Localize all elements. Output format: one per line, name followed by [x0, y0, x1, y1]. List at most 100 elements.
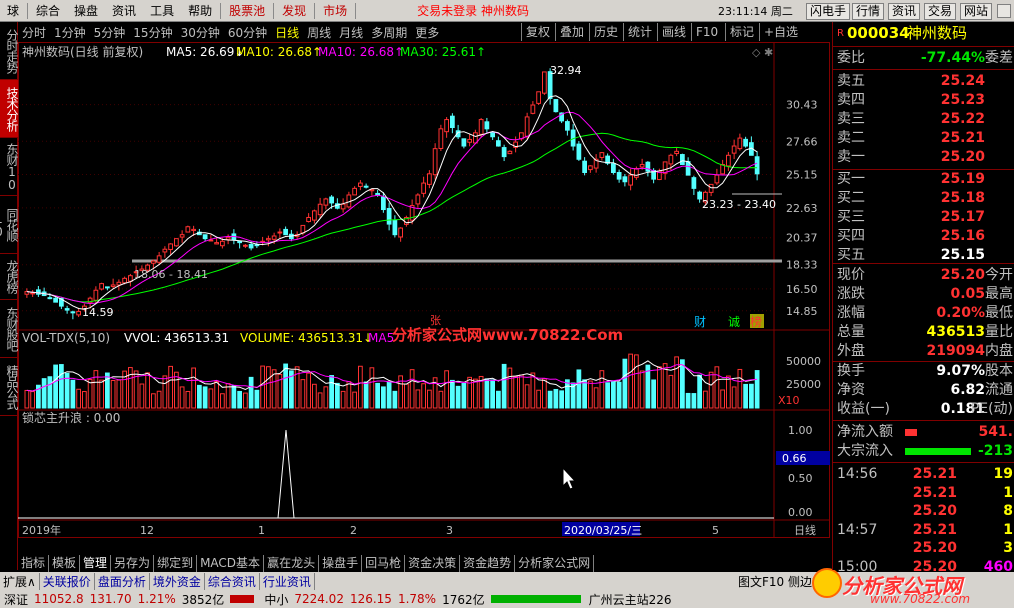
add-watchlist-button[interactable]: +自选 [759, 23, 802, 41]
candle-body [156, 255, 162, 263]
trade-button[interactable]: 交易 [924, 3, 957, 20]
zx-label: 中小 [264, 592, 289, 607]
tab-pullback[interactable]: 回马枪 [362, 555, 406, 572]
tab-technical-analysis[interactable]: 技术分析 [0, 80, 19, 138]
tab-template[interactable]: 模板 [49, 555, 81, 572]
buy-row[interactable]: 买三 25.17 [833, 208, 1014, 227]
tab-premium-formula[interactable]: 精品公式 [0, 358, 19, 416]
buy-row[interactable]: 买四 25.16 [833, 227, 1014, 246]
ext-industry-news[interactable]: 行业资讯 [260, 572, 315, 590]
tab-eastmoney-f10[interactable]: 东财10 [0, 138, 19, 196]
period-5min[interactable]: 5分钟 [90, 24, 130, 41]
stat-value: 6.82 [950, 382, 985, 398]
buy-row[interactable]: 买二 25.18 [833, 189, 1014, 208]
candle-body [300, 224, 306, 234]
period-daily[interactable]: 日线 [271, 24, 303, 41]
tab-eastmoney-forum[interactable]: 东财股吧 [0, 300, 19, 358]
sell-row[interactable]: 卖四 25.23 [833, 91, 1014, 110]
ext-news[interactable]: 综合资讯 [205, 572, 260, 590]
minimize-icon[interactable] [997, 4, 1011, 18]
ext-foreign-funds[interactable]: 境外资金 [150, 572, 205, 590]
volume-bar [99, 379, 104, 409]
tab-macd[interactable]: MACD基本 [197, 555, 265, 572]
f10-button[interactable]: F10 [691, 23, 722, 41]
sell-row[interactable]: 卖三 25.22 [833, 110, 1014, 129]
sell-row[interactable]: 卖五 25.24 [833, 72, 1014, 91]
candle-body [634, 168, 639, 178]
tab-win-leader[interactable]: 赢在龙头 [264, 555, 320, 572]
stats-button[interactable]: 统计 [623, 23, 656, 41]
tab-save-as[interactable]: 另存为 [111, 555, 155, 572]
stat-label-right: 最低 [985, 305, 1013, 321]
menu-item-tools[interactable]: 工具 [143, 0, 181, 22]
integrity-badge[interactable]: 诚 [728, 315, 740, 329]
menu-item-trading[interactable]: 操盘 [67, 0, 105, 22]
website-button[interactable]: 网站 [960, 3, 993, 20]
ind-axis-mid: 0.50 [788, 472, 813, 485]
volume-bar [340, 390, 346, 409]
kline-chart[interactable]: 神州数码(日线 前复权) MA5: 26.69↓ MA10: 26.68↑ MA… [18, 42, 830, 538]
candle-body [542, 71, 547, 94]
menu-item-ball[interactable]: 球 [0, 0, 26, 22]
stat-label-right: 股本 [985, 363, 1013, 379]
ext-expand[interactable]: 扩展∧ [0, 572, 40, 590]
adjust-button[interactable]: 复权 [521, 23, 554, 41]
formula-tabs: 指标 模板 管理 另存为 绑定到 MACD基本 赢在龙头 操盘手 回马枪 资金决… [18, 555, 830, 572]
history-button[interactable]: 历史 [589, 23, 622, 41]
menu-item-stock-pool[interactable]: 股票池 [222, 0, 272, 22]
zoom-icon[interactable]: ◇ ✱ [752, 46, 773, 59]
period-more[interactable]: 更多 [411, 24, 443, 41]
tab-trader[interactable]: 操盘手 [319, 555, 363, 572]
stat-label: 总量 [837, 324, 865, 340]
tab-bind-to[interactable]: 绑定到 [154, 555, 198, 572]
tab-manage[interactable]: 管理 [80, 555, 112, 572]
stat-label: 换手 [837, 363, 865, 379]
flash-trade-button[interactable]: 闪电手 [806, 3, 851, 20]
dragon-badge[interactable]: 榜 [750, 314, 762, 329]
buy-row[interactable]: 买一 25.19 [833, 170, 1014, 189]
date-period: 日线 [794, 523, 816, 537]
news-button[interactable]: 资讯 [888, 3, 921, 20]
candle-body [358, 182, 363, 187]
mark-button[interactable]: 标记 [725, 23, 758, 41]
finance-badge[interactable]: 财 [694, 315, 706, 329]
period-timeshare[interactable]: 分时 [18, 24, 50, 41]
volume-bar [473, 378, 478, 409]
period-15min[interactable]: 15分钟 [129, 24, 176, 41]
tab-dragon-tiger[interactable]: 龙虎榜 [0, 254, 19, 300]
stat-row: 收益(一) 0.181 PE(动) [833, 400, 1014, 419]
menu-item-market[interactable]: 市场 [316, 0, 354, 22]
stat-label-right: PE(动) [970, 401, 1013, 417]
candle-body [714, 174, 720, 184]
ext-market-analysis[interactable]: 盘面分析 [95, 572, 150, 590]
draw-line-button[interactable]: 画线 [657, 23, 690, 41]
period-weekly[interactable]: 周线 [303, 24, 335, 41]
tab-fund-trend[interactable]: 资金趋势 [460, 555, 516, 572]
menu-item-discover[interactable]: 发现 [275, 0, 313, 22]
volume-bar [588, 380, 593, 409]
tab-formula-site[interactable]: 分析家公式网 [515, 555, 595, 572]
tab-ths-f10[interactable]: 同花顺10 [0, 196, 19, 254]
tab-timeshare[interactable]: 分时走势 [0, 22, 19, 80]
period-30min[interactable]: 30分钟 [177, 24, 224, 41]
menu-item-overview[interactable]: 综合 [29, 0, 67, 22]
clock: 23:11:14 周二 [718, 4, 793, 18]
menu-item-help[interactable]: 帮助 [181, 0, 219, 22]
volume-bar [427, 389, 432, 409]
ext-related-quotes[interactable]: 关联报价 [40, 572, 95, 590]
volume-bar [409, 369, 415, 409]
tab-fund-decision[interactable]: 资金决策 [405, 555, 461, 572]
period-60min[interactable]: 60分钟 [224, 24, 271, 41]
quotes-button[interactable]: 行情 [852, 3, 885, 20]
zx-amount: 1762亿 [442, 592, 485, 607]
menu-item-news[interactable]: 资讯 [105, 0, 143, 22]
period-multi[interactable]: 多周期 [367, 24, 411, 41]
sell-row[interactable]: 卖一 25.20 [833, 148, 1014, 167]
overlay-button[interactable]: 叠加 [555, 23, 588, 41]
tab-indicator[interactable]: 指标 [18, 555, 50, 572]
candle-body [501, 147, 507, 158]
sell-row[interactable]: 卖二 25.21 [833, 129, 1014, 148]
volume-bar [444, 370, 449, 409]
period-1min[interactable]: 1分钟 [50, 24, 90, 41]
period-monthly[interactable]: 月线 [335, 24, 367, 41]
